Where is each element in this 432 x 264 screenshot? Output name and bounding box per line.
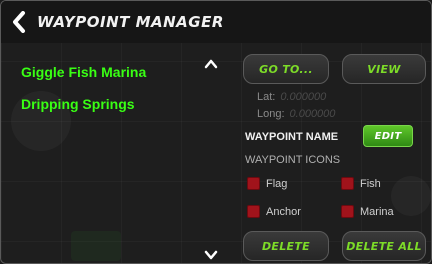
anchor-label: Anchor [266, 205, 301, 218]
flag-checkbox[interactable]: Flag [247, 177, 287, 190]
chevron-up-icon [204, 59, 218, 69]
waypoint-name-label: WAYPOINT NAME [245, 131, 339, 143]
edit-button[interactable]: EDIT [363, 125, 413, 147]
latitude-value: 0.000000 [280, 91, 327, 103]
checkbox-box [247, 205, 260, 218]
goto-button[interactable]: GO TO... [243, 54, 329, 84]
waypoint-list: Giggle Fish Marina Dripping Springs [21, 59, 221, 123]
waypoint-icons-label: WAYPOINT ICONS [245, 154, 341, 166]
delete-all-button[interactable]: DELETE ALL [342, 231, 426, 261]
chevron-down-icon [204, 250, 218, 260]
longitude-value: 0.000000 [289, 108, 336, 120]
marina-checkbox[interactable]: Marina [341, 205, 394, 218]
back-button[interactable] [1, 1, 37, 43]
latitude-label: Lat: [257, 91, 276, 103]
fish-checkbox[interactable]: Fish [341, 177, 381, 190]
scroll-down-button[interactable] [202, 247, 220, 263]
scroll-up-button[interactable] [202, 55, 220, 73]
header-bar: WAYPOINT MANAGER [1, 1, 431, 43]
waypoint-item[interactable]: Dripping Springs [21, 91, 221, 123]
checkbox-box [341, 205, 354, 218]
waypoint-manager-screen: WAYPOINT MANAGER Giggle Fish Marina Drip… [0, 0, 432, 264]
longitude-label: Long: [257, 108, 285, 120]
view-button[interactable]: VIEW [342, 54, 426, 84]
fish-label: Fish [360, 177, 381, 190]
marina-label: Marina [360, 205, 394, 218]
anchor-checkbox[interactable]: Anchor [247, 205, 301, 218]
checkbox-box [247, 177, 260, 190]
waypoint-item[interactable]: Giggle Fish Marina [21, 59, 221, 91]
delete-button[interactable]: DELETE [243, 231, 329, 261]
page-title: WAYPOINT MANAGER [37, 13, 224, 31]
chevron-left-icon [13, 11, 25, 33]
checkbox-box [341, 177, 354, 190]
latitude-readout: Lat: 0.000000 [257, 91, 326, 103]
flag-label: Flag [266, 177, 288, 190]
longitude-readout: Long: 0.000000 [257, 108, 335, 120]
